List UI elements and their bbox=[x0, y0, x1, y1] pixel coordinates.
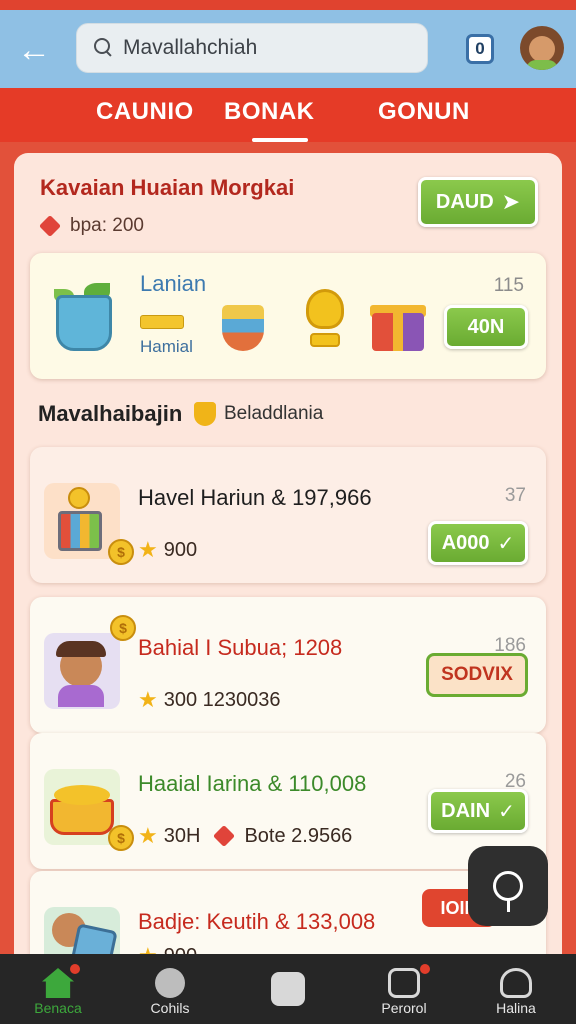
drink-cup-icon bbox=[48, 283, 118, 351]
spinning-top-icon bbox=[218, 291, 268, 353]
list-item-button-label: A000 bbox=[441, 531, 490, 554]
shop-count: 115 bbox=[493, 275, 524, 296]
list-item-meta-value: 300 1230036 bbox=[163, 688, 281, 711]
back-arrow-icon[interactable]: ← bbox=[14, 31, 54, 69]
promo-button[interactable]: DAUD ➤ bbox=[418, 177, 538, 227]
list-item-button-label: SODVIX bbox=[441, 664, 513, 685]
list-icon bbox=[388, 968, 420, 998]
coin-icon: $ bbox=[108, 539, 134, 565]
active-tab-indicator bbox=[252, 138, 308, 142]
nav-item-compose[interactable] bbox=[248, 954, 328, 1024]
tab-bar: CAUNIO BONAK GONUN bbox=[0, 88, 576, 142]
person-icon bbox=[155, 968, 185, 998]
list-item-meta: ★ 30H Bote 2.9566 bbox=[138, 823, 352, 849]
shop-card[interactable]: Lanian Hamial 115 40N bbox=[30, 253, 546, 379]
list-item-title: Badje: Keutih & 133,008 bbox=[138, 909, 376, 934]
shop-subtitle: Hamial bbox=[140, 337, 193, 356]
nav-item-label: Benaca bbox=[34, 1000, 82, 1016]
list-item-meta-value: 30H bbox=[163, 824, 201, 847]
nav-item-profile[interactable]: Cohils bbox=[130, 954, 210, 1024]
nav-item-messages[interactable]: Perorol bbox=[364, 954, 444, 1024]
star-icon: ★ bbox=[138, 687, 158, 712]
trophy-icon bbox=[300, 289, 350, 351]
home-icon bbox=[42, 968, 74, 998]
list-item-meta: ★ 900 bbox=[138, 537, 197, 563]
list-item-title: Bahial I Subua; 1208 bbox=[138, 635, 343, 660]
star-icon: ★ bbox=[138, 823, 158, 848]
search-icon bbox=[93, 37, 115, 59]
gem-icon bbox=[213, 824, 236, 848]
avatar-shirt bbox=[526, 60, 558, 70]
character-thumbnail bbox=[44, 633, 120, 709]
notification-badge[interactable]: 0 bbox=[466, 34, 494, 64]
avatar-face bbox=[529, 36, 555, 62]
list-item-button-label: DAIN bbox=[441, 799, 491, 822]
nav-item-community[interactable]: Halina bbox=[476, 954, 556, 1024]
compose-icon bbox=[271, 972, 305, 1006]
search-bar[interactable] bbox=[76, 23, 428, 73]
avatar[interactable] bbox=[520, 26, 564, 70]
shop-button-label: 40N bbox=[467, 315, 505, 338]
gold-bar-icon bbox=[140, 315, 184, 329]
checkmark-icon: ✓ bbox=[498, 800, 515, 823]
checkmark-icon: ✓ bbox=[497, 532, 515, 555]
list-item-button[interactable]: DAIN ✓ bbox=[428, 789, 528, 833]
list-item[interactable]: $ Haaial Iarina & 110,008 ★ 30H Bote 2.9… bbox=[30, 733, 546, 869]
people-icon bbox=[500, 968, 532, 998]
search-input[interactable] bbox=[123, 36, 413, 60]
notification-dot bbox=[420, 964, 430, 974]
shop-name: Lanian bbox=[140, 271, 207, 296]
coin-icon: $ bbox=[110, 615, 136, 641]
list-item[interactable]: $ Havel Hariun & 197,966 ★ 900 37 A000 ✓ bbox=[30, 447, 546, 583]
promo-subtitle: bpa: 200 bbox=[38, 214, 144, 238]
app-header: ← 0 bbox=[0, 10, 576, 88]
section-subtitle: Beladdlania bbox=[224, 403, 324, 424]
nav-item-label: Halina bbox=[496, 1000, 536, 1016]
list-item[interactable]: $ Bahial I Subua; 1208 ★ 300 1230036 186… bbox=[30, 597, 546, 733]
floating-action-button[interactable] bbox=[468, 846, 548, 926]
nav-item-label: Cohils bbox=[150, 1000, 190, 1016]
star-icon: ★ bbox=[138, 537, 158, 562]
tab-bonak[interactable]: BONAK bbox=[224, 98, 315, 126]
promo-button-label: DAUD bbox=[435, 190, 494, 213]
female-symbol-icon bbox=[493, 871, 523, 912]
list-item-button[interactable]: SODVIX bbox=[426, 653, 528, 697]
section-title: Mavalhaibajin bbox=[38, 401, 183, 426]
tab-gonun[interactable]: GONUN bbox=[378, 98, 470, 126]
list-item-meta: ★ 300 1230036 bbox=[138, 687, 281, 713]
list-item-button[interactable]: A000 ✓ bbox=[428, 521, 528, 565]
tab-caunio[interactable]: CAUNIO bbox=[96, 98, 194, 126]
nav-item-home[interactable]: Benaca bbox=[18, 954, 98, 1024]
nav-item-label: Perorol bbox=[381, 1000, 427, 1016]
promo-subtitle-text: bpa: 200 bbox=[70, 215, 144, 236]
promo-title: Kavaian Huaian Morgkai bbox=[40, 175, 295, 200]
notification-dot bbox=[70, 964, 80, 974]
list-item-title: Havel Hariun & 197,966 bbox=[138, 485, 372, 510]
list-item-meta-value: 900 bbox=[163, 538, 198, 561]
shield-icon bbox=[194, 402, 216, 426]
status-strip bbox=[0, 0, 576, 10]
gift-box-icon bbox=[370, 297, 426, 359]
bottom-navigation: Benaca Cohils Perorol Halina bbox=[0, 954, 576, 1024]
paper-plane-icon: ➤ bbox=[501, 189, 521, 214]
list-item-title: Haaial Iarina & 110,008 bbox=[138, 771, 367, 796]
list-item-meta-extra: Bote 2.9566 bbox=[244, 824, 353, 847]
gem-icon bbox=[38, 214, 62, 238]
list-item-count: 37 bbox=[504, 485, 526, 506]
coin-icon: $ bbox=[108, 825, 134, 851]
shop-button[interactable]: 40N bbox=[444, 305, 528, 349]
